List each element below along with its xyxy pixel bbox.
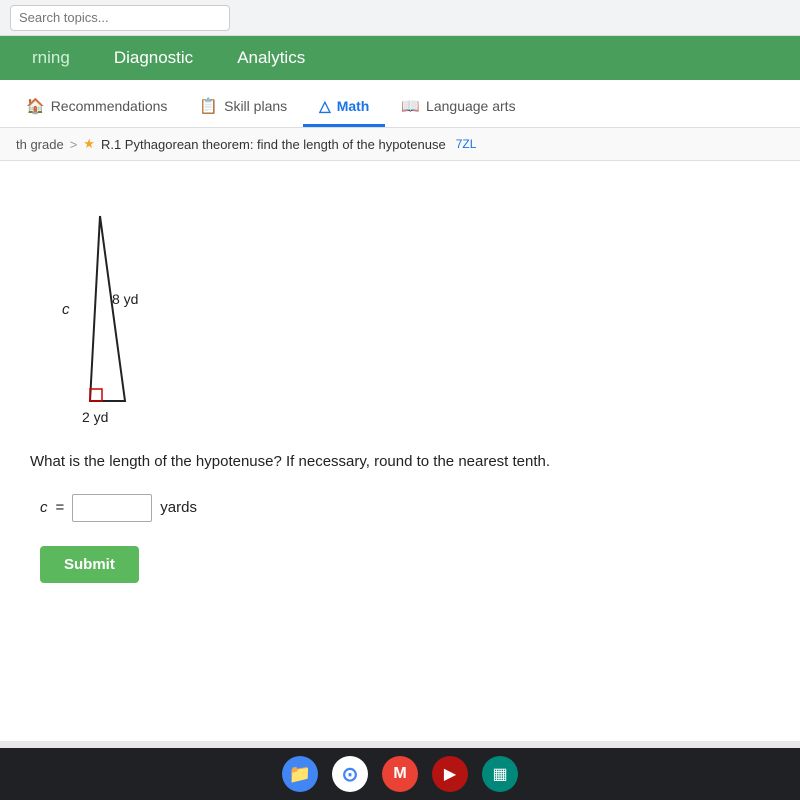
triangle-svg xyxy=(60,211,180,421)
answer-row: c = yards xyxy=(40,494,770,522)
tab-recommendations[interactable]: 🏠 Recommendations xyxy=(10,87,183,127)
tab-skill-plans-label: Skill plans xyxy=(224,98,287,114)
submit-button[interactable]: Submit xyxy=(40,546,139,583)
tab-language-arts[interactable]: 📖 Language arts xyxy=(385,87,531,127)
recommendations-icon: 🏠 xyxy=(26,97,45,115)
breadcrumb: th grade > ★ R.1 Pythagorean theorem: fi… xyxy=(0,128,800,161)
equals-sign: = xyxy=(56,499,65,516)
skill-name-label: R.1 Pythagorean theorem: find the length… xyxy=(101,137,446,152)
skill-code-label: 7ZL xyxy=(456,137,477,151)
chrome-icon[interactable]: ⊙ xyxy=(332,756,368,792)
meet-icon[interactable]: ▦ xyxy=(482,756,518,792)
answer-label: c xyxy=(40,499,48,516)
youtube-icon[interactable]: ▶ xyxy=(432,756,468,792)
search-input[interactable] xyxy=(10,5,230,31)
grade-label: th grade xyxy=(16,137,64,152)
skill-plans-icon: 📋 xyxy=(199,97,218,115)
files-icon[interactable]: 📁 xyxy=(282,756,318,792)
breadcrumb-chevron: > xyxy=(70,137,78,152)
nav-item-diagnostic[interactable]: Diagnostic xyxy=(92,36,215,80)
star-icon: ★ xyxy=(83,136,95,152)
question-text: What is the length of the hypotenuse? If… xyxy=(30,451,770,474)
nav-item-learning[interactable]: rning xyxy=(10,36,92,80)
units-label: yards xyxy=(160,499,197,516)
math-icon: △ xyxy=(319,97,331,115)
tab-math[interactable]: △ Math xyxy=(303,87,385,127)
gmail-icon[interactable]: M xyxy=(382,756,418,792)
answer-input[interactable] xyxy=(72,494,152,522)
tab-skill-plans[interactable]: 📋 Skill plans xyxy=(183,87,303,127)
tab-recommendations-label: Recommendations xyxy=(51,98,168,114)
label-8yd: 8 yd xyxy=(112,291,138,307)
main-content: c 8 yd 2 yd What is the length of the hy… xyxy=(0,161,800,741)
language-arts-icon: 📖 xyxy=(401,97,420,115)
tab-bar: 🏠 Recommendations 📋 Skill plans △ Math 📖… xyxy=(0,80,800,128)
nav-item-analytics[interactable]: Analytics xyxy=(215,36,327,80)
tab-math-label: Math xyxy=(337,98,370,114)
search-bar-area xyxy=(0,0,800,36)
diagram-area: c 8 yd 2 yd xyxy=(60,211,200,431)
taskbar: 📁 ⊙ M ▶ ▦ xyxy=(0,748,800,800)
label-2yd: 2 yd xyxy=(82,409,108,425)
label-c: c xyxy=(62,301,70,318)
top-nav: rning Diagnostic Analytics xyxy=(0,36,800,80)
tab-language-arts-label: Language arts xyxy=(426,98,516,114)
